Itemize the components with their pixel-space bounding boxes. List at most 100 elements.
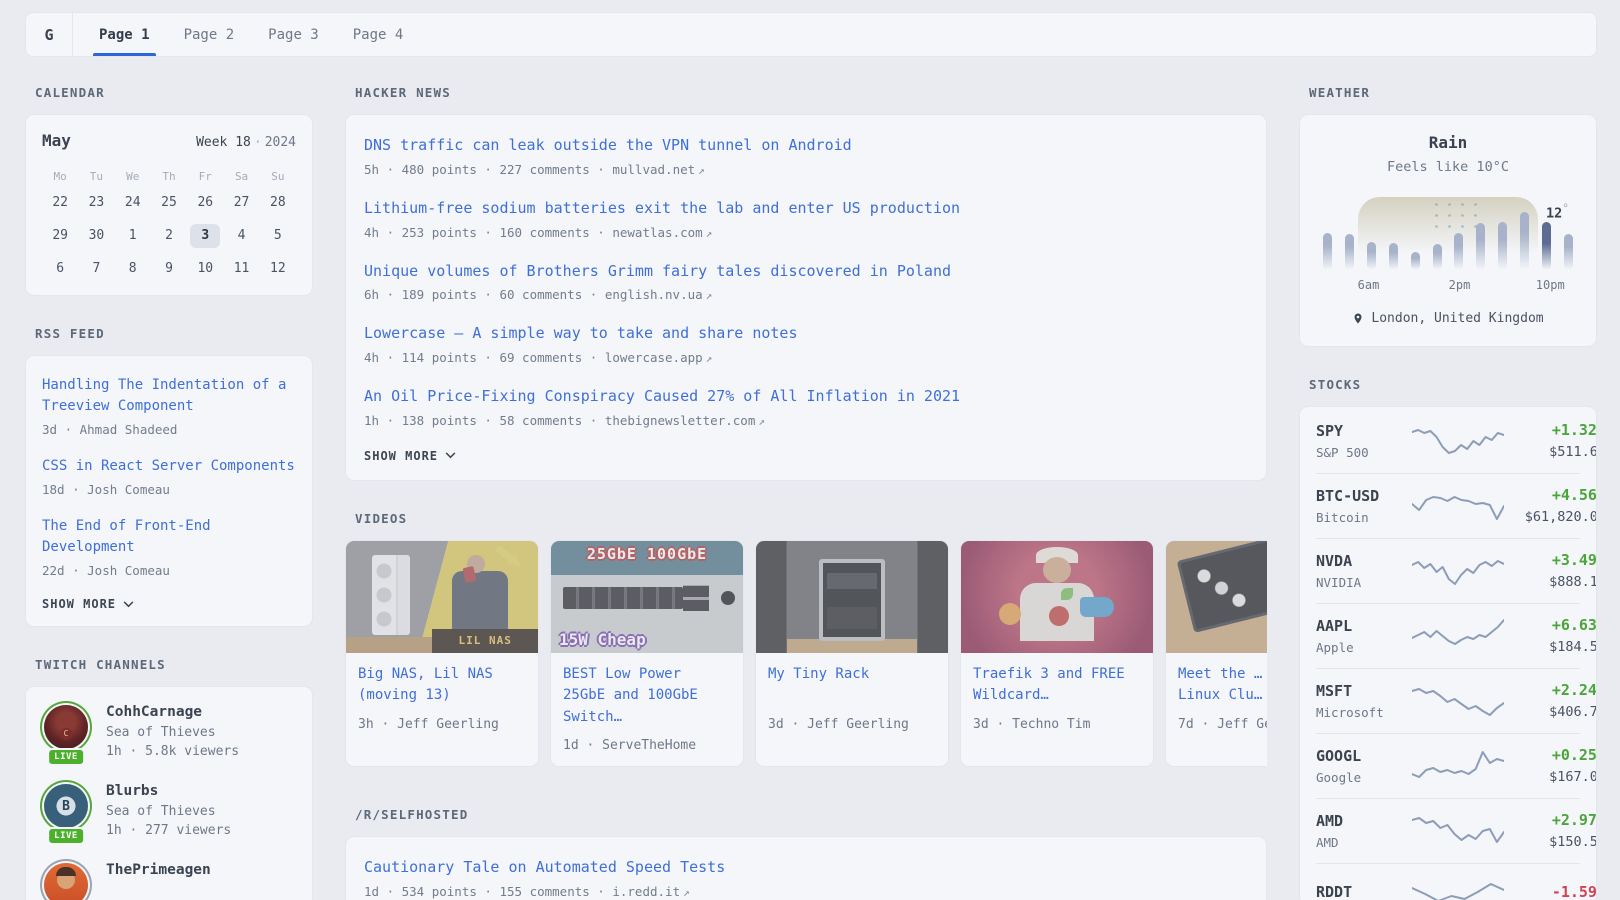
weather-bar [1367, 242, 1376, 270]
hn-item-meta: 4h · 253 points · 160 comments · newatla… [364, 225, 1248, 240]
stock-change: +3.49% [1504, 551, 1597, 569]
stock-name: AMD [1316, 835, 1412, 850]
rss-item-title[interactable]: Handling The Indentation of a Treeview C… [42, 375, 296, 417]
stock-name: S&P 500 [1316, 445, 1412, 460]
channel-meta: 1h · 5.8k viewers [106, 744, 239, 759]
reddit-item-title[interactable]: Cautionary Tale on Automated Speed Tests [364, 857, 1248, 879]
video-meta: 3d · Techno Tim [973, 717, 1141, 732]
live-badge: LIVE [47, 827, 85, 845]
calendar-day: 22 [45, 191, 75, 215]
calendar-week-info: Week 18·2024 [196, 135, 296, 150]
rss-item-title[interactable]: The End of Front-End Development [42, 516, 296, 558]
video-thumbnail[interactable]: 25GbE 100GbE 15W Cheap [551, 541, 743, 653]
calendar-dow-label: Mo [42, 170, 78, 183]
stock-row-nvda[interactable]: NVDANVIDIA +3.49%$888.12 [1316, 538, 1580, 603]
video-title[interactable]: Traefik 3 and FREE Wildcard… [973, 664, 1141, 708]
tab-page-1[interactable]: Page 1 [95, 13, 154, 56]
video-card[interactable]: 25GbE 100GbE 15W Cheap BEST Low Power 25… [550, 540, 744, 767]
twitch-channel-theprimeagen[interactable]: ThePrimeagen [42, 861, 296, 900]
rss-item-meta: 22d · Josh Comeau [42, 563, 296, 578]
video-title[interactable]: Meet the … Linux Clu… [1178, 664, 1267, 708]
stock-row-btc[interactable]: BTC-USDBitcoin +4.56%$61,820.02 [1316, 473, 1580, 538]
page-tabs: Page 1 Page 2 Page 3 Page 4 [73, 13, 407, 56]
tab-page-2[interactable]: Page 2 [180, 13, 239, 56]
hn-item: DNS traffic can leak outside the VPN tun… [364, 135, 1248, 177]
calendar-day: 5 [263, 224, 293, 248]
hackernews-section: HACKER NEWS DNS traffic can leak outside… [345, 85, 1267, 481]
section-title-twitch: TWITCH CHANNELS [35, 657, 313, 672]
calendar-widget: May Week 18·2024 MoTuWeThFrSaSu 22232425… [25, 114, 313, 296]
video-card[interactable]: My Tiny Rack 3d · Jeff Geerling [755, 540, 949, 767]
hn-item-title[interactable]: Unique volumes of Brothers Grimm fairy t… [364, 261, 1248, 283]
stock-sparkline [1412, 876, 1504, 900]
stock-row-googl[interactable]: GOOGLGoogle +0.25%$167.03 [1316, 733, 1580, 798]
video-title[interactable]: BEST Low Power 25GbE and 100GbE Switch… [563, 664, 731, 729]
tab-page-4[interactable]: Page 4 [349, 13, 408, 56]
rss-item-title[interactable]: CSS in React Server Components [42, 456, 296, 477]
calendar-grid: 222324252627282930123456789101112 [42, 191, 296, 281]
calendar-dow-label: Sa [223, 170, 259, 183]
video-thumbnail[interactable] [961, 541, 1153, 653]
hn-item-title[interactable]: An Oil Price-Fixing Conspiracy Caused 27… [364, 386, 1248, 408]
tab-page-3[interactable]: Page 3 [264, 13, 323, 56]
stock-name: Google [1316, 770, 1412, 785]
weather-bar [1454, 233, 1463, 270]
stock-price: $167.03 [1504, 769, 1597, 785]
stock-row-msft[interactable]: MSFTMicrosoft +2.24%$406.76 [1316, 668, 1580, 733]
stock-sparkline [1412, 748, 1504, 784]
twitch-channel-cohhcarnage[interactable]: C LIVE CohhCarnage Sea of Thieves 1h · 5… [42, 703, 296, 759]
stock-row-aapl[interactable]: AAPLApple +6.63%$184.51 [1316, 603, 1580, 668]
external-link-icon: ↗ [706, 227, 713, 240]
hn-show-more-button[interactable]: SHOW MORE [364, 449, 1248, 463]
weather-widget: Rain Feels like 10°C 12° 6am 2pm 10pm [1299, 114, 1597, 347]
calendar-day: 29 [45, 224, 75, 248]
hn-item-title[interactable]: DNS traffic can leak outside the VPN tun… [364, 135, 1248, 157]
rss-widget: Handling The Indentation of a Treeview C… [25, 355, 313, 627]
stock-change: +0.25% [1504, 746, 1597, 764]
twitch-channel-blurbs[interactable]: B LIVE Blurbs Sea of Thieves 1h · 277 vi… [42, 782, 296, 838]
video-card[interactable]: Traefik 3 and FREE Wildcard… 3d · Techno… [960, 540, 1154, 767]
video-title[interactable]: My Tiny Rack [768, 664, 936, 708]
calendar-day: 26 [190, 191, 220, 215]
video-thumbnail[interactable]: LIL NAS [346, 541, 538, 653]
hn-item: Lithium-free sodium batteries exit the l… [364, 198, 1248, 240]
video-card[interactable]: LIL NAS Big NAS, Lil NAS (moving 13) 3h … [345, 540, 539, 767]
stock-ticker: AMD [1316, 812, 1412, 830]
weather-bar [1323, 233, 1332, 270]
weather-location: London, United Kingdom [1316, 311, 1580, 326]
rss-item-meta: 18d · Josh Comeau [42, 482, 296, 497]
avatar [42, 861, 90, 900]
avatar: C LIVE [42, 703, 90, 759]
calendar-day: 2 [154, 224, 184, 248]
stock-sparkline [1412, 488, 1504, 524]
app-logo[interactable]: G [26, 13, 73, 56]
weather-bar [1520, 212, 1529, 270]
video-thumbnail[interactable] [756, 541, 948, 653]
calendar-day: 3 [190, 224, 220, 248]
hn-item-title[interactable]: Lowercase – A simple way to take and sha… [364, 323, 1248, 345]
stock-sparkline [1412, 683, 1504, 719]
video-card[interactable]: FAS Meet the … Linux Clu… 7d · Jeff Geer… [1165, 540, 1267, 767]
stock-change: +1.32% [1504, 421, 1597, 439]
stock-price: $406.76 [1504, 704, 1597, 720]
stock-change: +2.97% [1504, 811, 1597, 829]
calendar-day: 6 [45, 257, 75, 281]
stock-row-amd[interactable]: AMDAMD +2.97%$150.50 [1316, 798, 1580, 863]
stock-row-rddt[interactable]: RDDT -1.59% [1316, 863, 1580, 900]
video-thumbnail[interactable]: FAS [1166, 541, 1267, 653]
hn-item-meta: 5h · 480 points · 227 comments · mullvad… [364, 162, 1248, 177]
hn-item-domain: newatlas.com [612, 225, 702, 240]
weather-bar [1345, 234, 1354, 270]
channel-game: Sea of Thieves [106, 725, 239, 740]
stock-row-spy[interactable]: SPYS&P 500 +1.32%$511.69 [1316, 409, 1580, 473]
calendar-day: 23 [81, 191, 111, 215]
video-title[interactable]: Big NAS, Lil NAS (moving 13) [358, 664, 526, 708]
video-meta: 3d · Jeff Geerling [768, 717, 936, 732]
hn-item-domain: lowercase.app [605, 350, 703, 365]
calendar-day: 7 [81, 257, 111, 281]
calendar-day: 27 [227, 191, 257, 215]
rss-show-more-button[interactable]: SHOW MORE [42, 597, 296, 611]
calendar-day: 8 [118, 257, 148, 281]
channel-name: Blurbs [106, 783, 231, 799]
hn-item-title[interactable]: Lithium-free sodium batteries exit the l… [364, 198, 1248, 220]
